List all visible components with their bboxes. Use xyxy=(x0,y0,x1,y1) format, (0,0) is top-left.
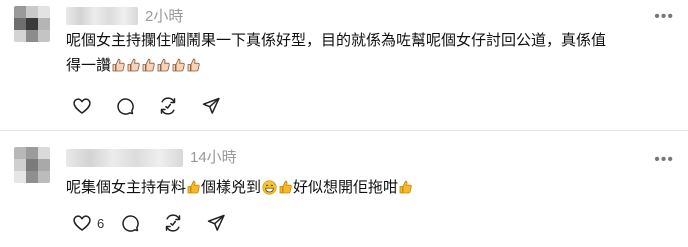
comment-actions: 6 xyxy=(72,213,249,233)
share-button[interactable] xyxy=(206,213,226,233)
reply-button[interactable] xyxy=(120,213,140,233)
reply-button[interactable] xyxy=(115,96,135,116)
comment-text-segment: 呢集個女主持有料 xyxy=(66,179,187,196)
heart-icon xyxy=(73,215,91,231)
thumbs-up-icon xyxy=(127,58,140,72)
thumbs-up-icon xyxy=(279,180,292,194)
thumbs-up-icon xyxy=(172,58,185,72)
heart-icon xyxy=(73,98,91,114)
like-button[interactable]: 6 xyxy=(72,213,104,233)
repost-button[interactable] xyxy=(158,96,178,116)
avatar[interactable] xyxy=(14,147,50,183)
more-options-icon[interactable]: ••• xyxy=(654,9,674,25)
username-redacted[interactable] xyxy=(66,149,183,167)
comment-text: 呢集個女主持有料 個樣兇到 好似想開佢拖咁 xyxy=(66,175,676,200)
repost-button[interactable] xyxy=(163,213,183,233)
thumbs-up-icon xyxy=(112,58,125,72)
thumbs-up-icon xyxy=(187,180,200,194)
thumbs-up-icon xyxy=(399,180,412,194)
comment-text-segment: 個樣兇到 xyxy=(201,179,262,196)
comment-text-line: 得一讚 xyxy=(66,57,112,74)
send-icon xyxy=(207,214,225,231)
comment-icon xyxy=(117,98,134,115)
more-options-icon[interactable]: ••• xyxy=(654,152,674,168)
comment-item: 14小時 ••• 呢集個女主持有料 個樣兇到 好似想開佢拖咁 6 xyxy=(0,130,688,247)
timestamp: 2小時 xyxy=(145,8,184,25)
send-icon xyxy=(202,97,220,114)
like-button[interactable] xyxy=(72,96,92,116)
comment-icon xyxy=(122,215,140,232)
comment-text-segment: 好似想開佢拖咁 xyxy=(293,179,399,196)
comment-actions xyxy=(72,96,244,116)
thumbs-up-icon xyxy=(187,58,200,72)
avatar[interactable] xyxy=(14,6,50,42)
thumbs-up-icon xyxy=(157,58,170,72)
username-redacted[interactable] xyxy=(66,7,138,25)
like-count: 6 xyxy=(97,215,105,231)
comment-item: 2小時 ••• 呢個女主持攔住嗰鬧果一下真係好型，目的就係為咗幫呢個女仔討回公道… xyxy=(0,0,688,130)
timestamp: 14小時 xyxy=(190,149,237,166)
comment-text-line: 呢個女主持攔住嗰鬧果一下真係好型，目的就係為咗幫呢個女仔討回公道，真係值 xyxy=(66,32,607,49)
share-button[interactable] xyxy=(201,96,221,116)
thumbs-up-icon xyxy=(142,58,155,72)
repost-icon xyxy=(160,97,176,115)
grinning-sweat-icon xyxy=(262,180,277,195)
repost-icon xyxy=(165,214,181,232)
comment-text: 呢個女主持攔住嗰鬧果一下真係好型，目的就係為咗幫呢個女仔討回公道，真係值 得一讚 xyxy=(66,28,676,78)
